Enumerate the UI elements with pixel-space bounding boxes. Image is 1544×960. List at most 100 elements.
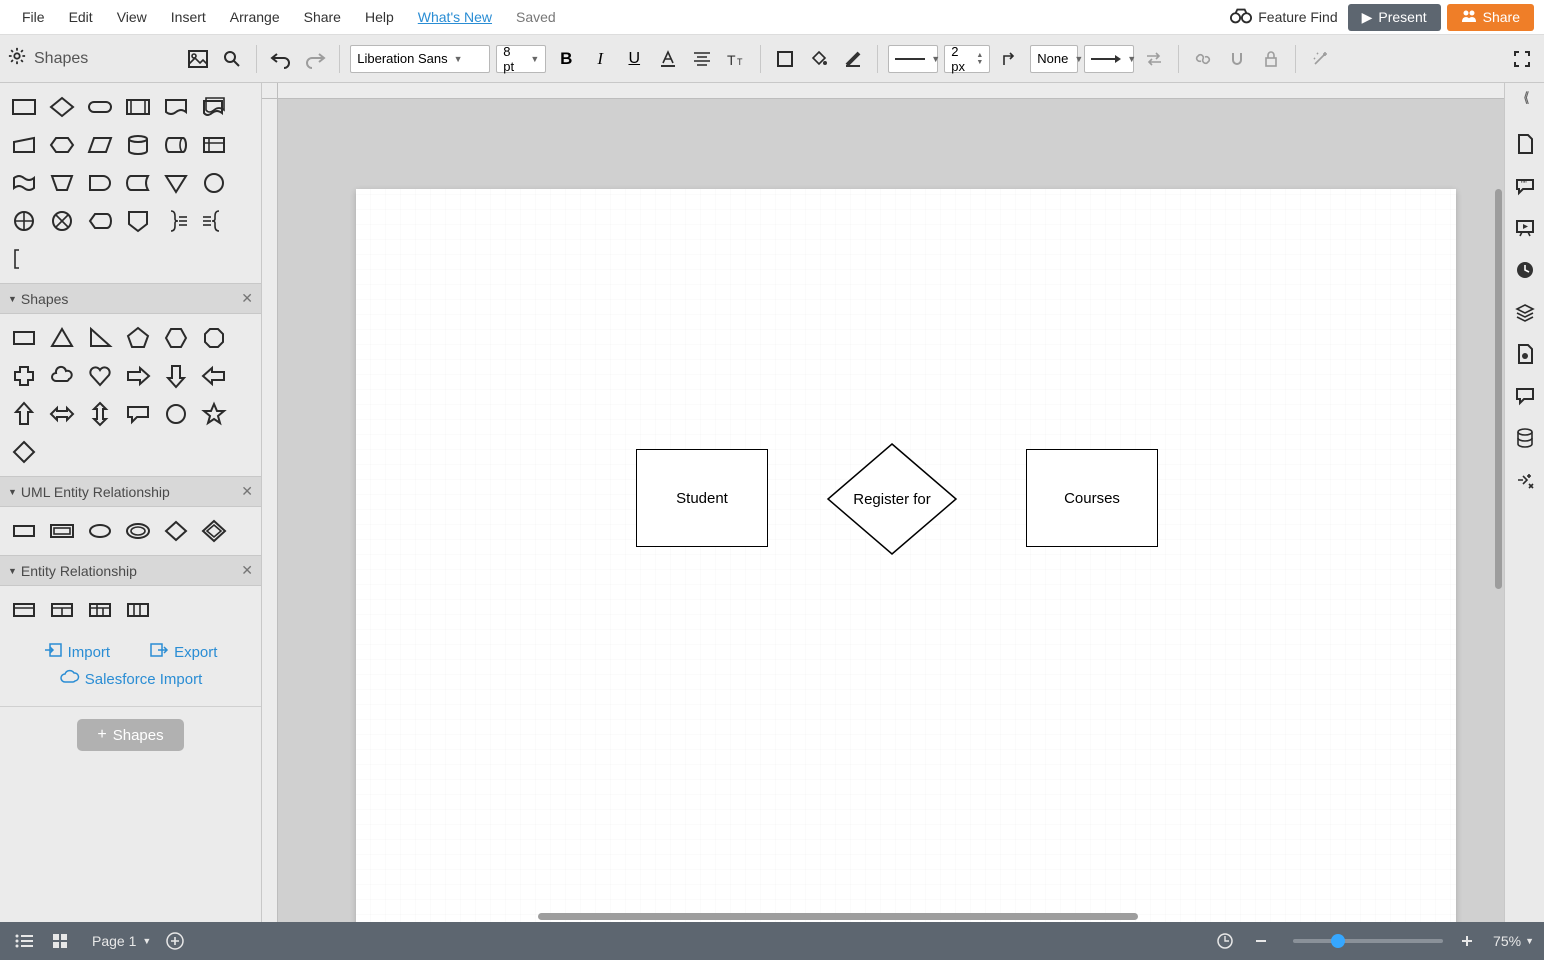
shape-er-weak-entity[interactable] xyxy=(48,517,76,545)
shape-manual-op[interactable] xyxy=(48,169,76,197)
chat-icon[interactable] xyxy=(1513,384,1537,408)
entity-student[interactable]: Student xyxy=(636,449,768,547)
relationship-register-for[interactable]: Register for xyxy=(826,442,958,556)
close-icon[interactable]: ✕ xyxy=(241,290,253,307)
page-paper[interactable]: Student Register for Courses xyxy=(356,189,1456,922)
comments-icon[interactable]: "" xyxy=(1513,174,1537,198)
shape-right-triangle[interactable] xyxy=(86,324,114,352)
shape-arrow-leftright[interactable] xyxy=(48,400,76,428)
entity-courses[interactable]: Courses xyxy=(1026,449,1158,547)
line-end-select[interactable]: ▼ xyxy=(1084,45,1134,73)
swap-ends-button[interactable] xyxy=(1140,45,1168,73)
shape-triangle[interactable] xyxy=(48,324,76,352)
layers-icon[interactable] xyxy=(1513,300,1537,324)
fullscreen-button[interactable] xyxy=(1508,45,1536,73)
grid-view-icon[interactable] xyxy=(46,927,74,955)
line-style-select[interactable]: ▼ xyxy=(888,45,938,73)
shape-delay[interactable] xyxy=(86,169,114,197)
zoom-out-button[interactable] xyxy=(1247,927,1275,955)
presentation-icon[interactable] xyxy=(1513,216,1537,240)
menu-whats-new[interactable]: What's New xyxy=(406,3,504,31)
shape-er-multi-attribute[interactable] xyxy=(124,517,152,545)
sync-status-icon[interactable] xyxy=(1211,927,1239,955)
shape-predefined[interactable] xyxy=(124,93,152,121)
magnet-button[interactable] xyxy=(1223,45,1251,73)
zoom-slider[interactable] xyxy=(1293,939,1443,943)
menu-share[interactable]: Share xyxy=(292,3,353,31)
font-size-select[interactable]: 8 pt ▼ xyxy=(496,45,546,73)
shape-arrow-left[interactable] xyxy=(200,362,228,390)
shape-connector[interactable] xyxy=(200,169,228,197)
insert-image-button[interactable] xyxy=(184,45,212,73)
italic-button[interactable]: I xyxy=(586,45,614,73)
feature-find-button[interactable]: Feature Find xyxy=(1230,8,1337,27)
shape-er-table-3[interactable] xyxy=(86,596,114,624)
shape-arrow-right[interactable] xyxy=(124,362,152,390)
shape-brace-right[interactable] xyxy=(162,207,190,235)
line-width-select[interactable]: 2 px ▲▼ xyxy=(944,45,990,73)
shape-direct-data[interactable] xyxy=(162,131,190,159)
link-button[interactable] xyxy=(1189,45,1217,73)
shape-stored-data[interactable] xyxy=(124,169,152,197)
line-routing-button[interactable] xyxy=(996,45,1024,73)
close-icon[interactable]: ✕ xyxy=(241,483,253,500)
menu-arrange[interactable]: Arrange xyxy=(218,3,292,31)
list-view-icon[interactable] xyxy=(10,927,38,955)
align-button[interactable] xyxy=(688,45,716,73)
lock-button[interactable] xyxy=(1257,45,1285,73)
line-start-select[interactable]: None ▼ xyxy=(1030,45,1078,73)
text-size-button[interactable]: TT xyxy=(722,45,750,73)
export-link[interactable]: Export xyxy=(150,642,217,662)
shape-er-entity[interactable] xyxy=(10,517,38,545)
shapes-panel-header[interactable]: ▼Shapes ✕ xyxy=(0,283,261,314)
shape-er-relationship[interactable] xyxy=(162,517,190,545)
caret-down-icon[interactable]: ▼ xyxy=(1525,936,1534,946)
er-panel-header[interactable]: ▼Entity Relationship ✕ xyxy=(0,555,261,586)
shape-decision[interactable] xyxy=(48,93,76,121)
scrollbar-vertical[interactable] xyxy=(1495,189,1502,589)
shape-er-table-2[interactable] xyxy=(48,596,76,624)
text-color-button[interactable] xyxy=(654,45,682,73)
zoom-value[interactable]: 75% xyxy=(1493,933,1521,949)
shape-heart[interactable] xyxy=(86,362,114,390)
shape-sum[interactable] xyxy=(48,207,76,235)
uml-er-panel-header[interactable]: ▼UML Entity Relationship ✕ xyxy=(0,476,261,507)
shape-hexagon[interactable] xyxy=(162,324,190,352)
add-page-button[interactable] xyxy=(161,927,189,955)
shape-offpage[interactable] xyxy=(124,207,152,235)
shape-arrow-down[interactable] xyxy=(162,362,190,390)
magic-wand-button[interactable] xyxy=(1306,45,1334,73)
slider-thumb[interactable] xyxy=(1331,934,1345,948)
menu-help[interactable]: Help xyxy=(353,3,406,31)
shape-display[interactable] xyxy=(86,207,114,235)
shape-diamond-basic[interactable] xyxy=(10,438,38,466)
shape-pentagon[interactable] xyxy=(124,324,152,352)
menu-file[interactable]: File xyxy=(10,3,57,31)
shape-multidoc[interactable] xyxy=(200,93,228,121)
data-icon[interactable] xyxy=(1513,426,1537,450)
fill-color-button[interactable] xyxy=(805,45,833,73)
shape-internal-storage[interactable] xyxy=(200,131,228,159)
ruler-vertical[interactable] xyxy=(262,99,278,922)
shape-note[interactable] xyxy=(10,245,38,273)
shape-er-table-1[interactable] xyxy=(10,596,38,624)
shape-document[interactable] xyxy=(162,93,190,121)
close-icon[interactable]: ✕ xyxy=(241,562,253,579)
menu-view[interactable]: View xyxy=(105,3,159,31)
shape-cloud[interactable] xyxy=(48,362,76,390)
master-pages-icon[interactable] xyxy=(1513,342,1537,366)
underline-button[interactable]: U xyxy=(620,45,648,73)
shapes-panel-toggle[interactable]: Shapes xyxy=(8,47,88,70)
shape-octagon[interactable] xyxy=(200,324,228,352)
shape-database[interactable] xyxy=(124,131,152,159)
shape-circle[interactable] xyxy=(162,400,190,428)
border-style-button[interactable] xyxy=(771,45,799,73)
search-button[interactable] xyxy=(218,45,246,73)
menu-edit[interactable]: Edit xyxy=(57,3,105,31)
shape-brace-left[interactable] xyxy=(200,207,228,235)
shape-cross[interactable] xyxy=(10,362,38,390)
page-settings-icon[interactable] xyxy=(1513,132,1537,156)
scrollbar-horizontal[interactable] xyxy=(538,913,1138,920)
menu-insert[interactable]: Insert xyxy=(159,3,218,31)
import-link[interactable]: Import xyxy=(44,642,111,662)
